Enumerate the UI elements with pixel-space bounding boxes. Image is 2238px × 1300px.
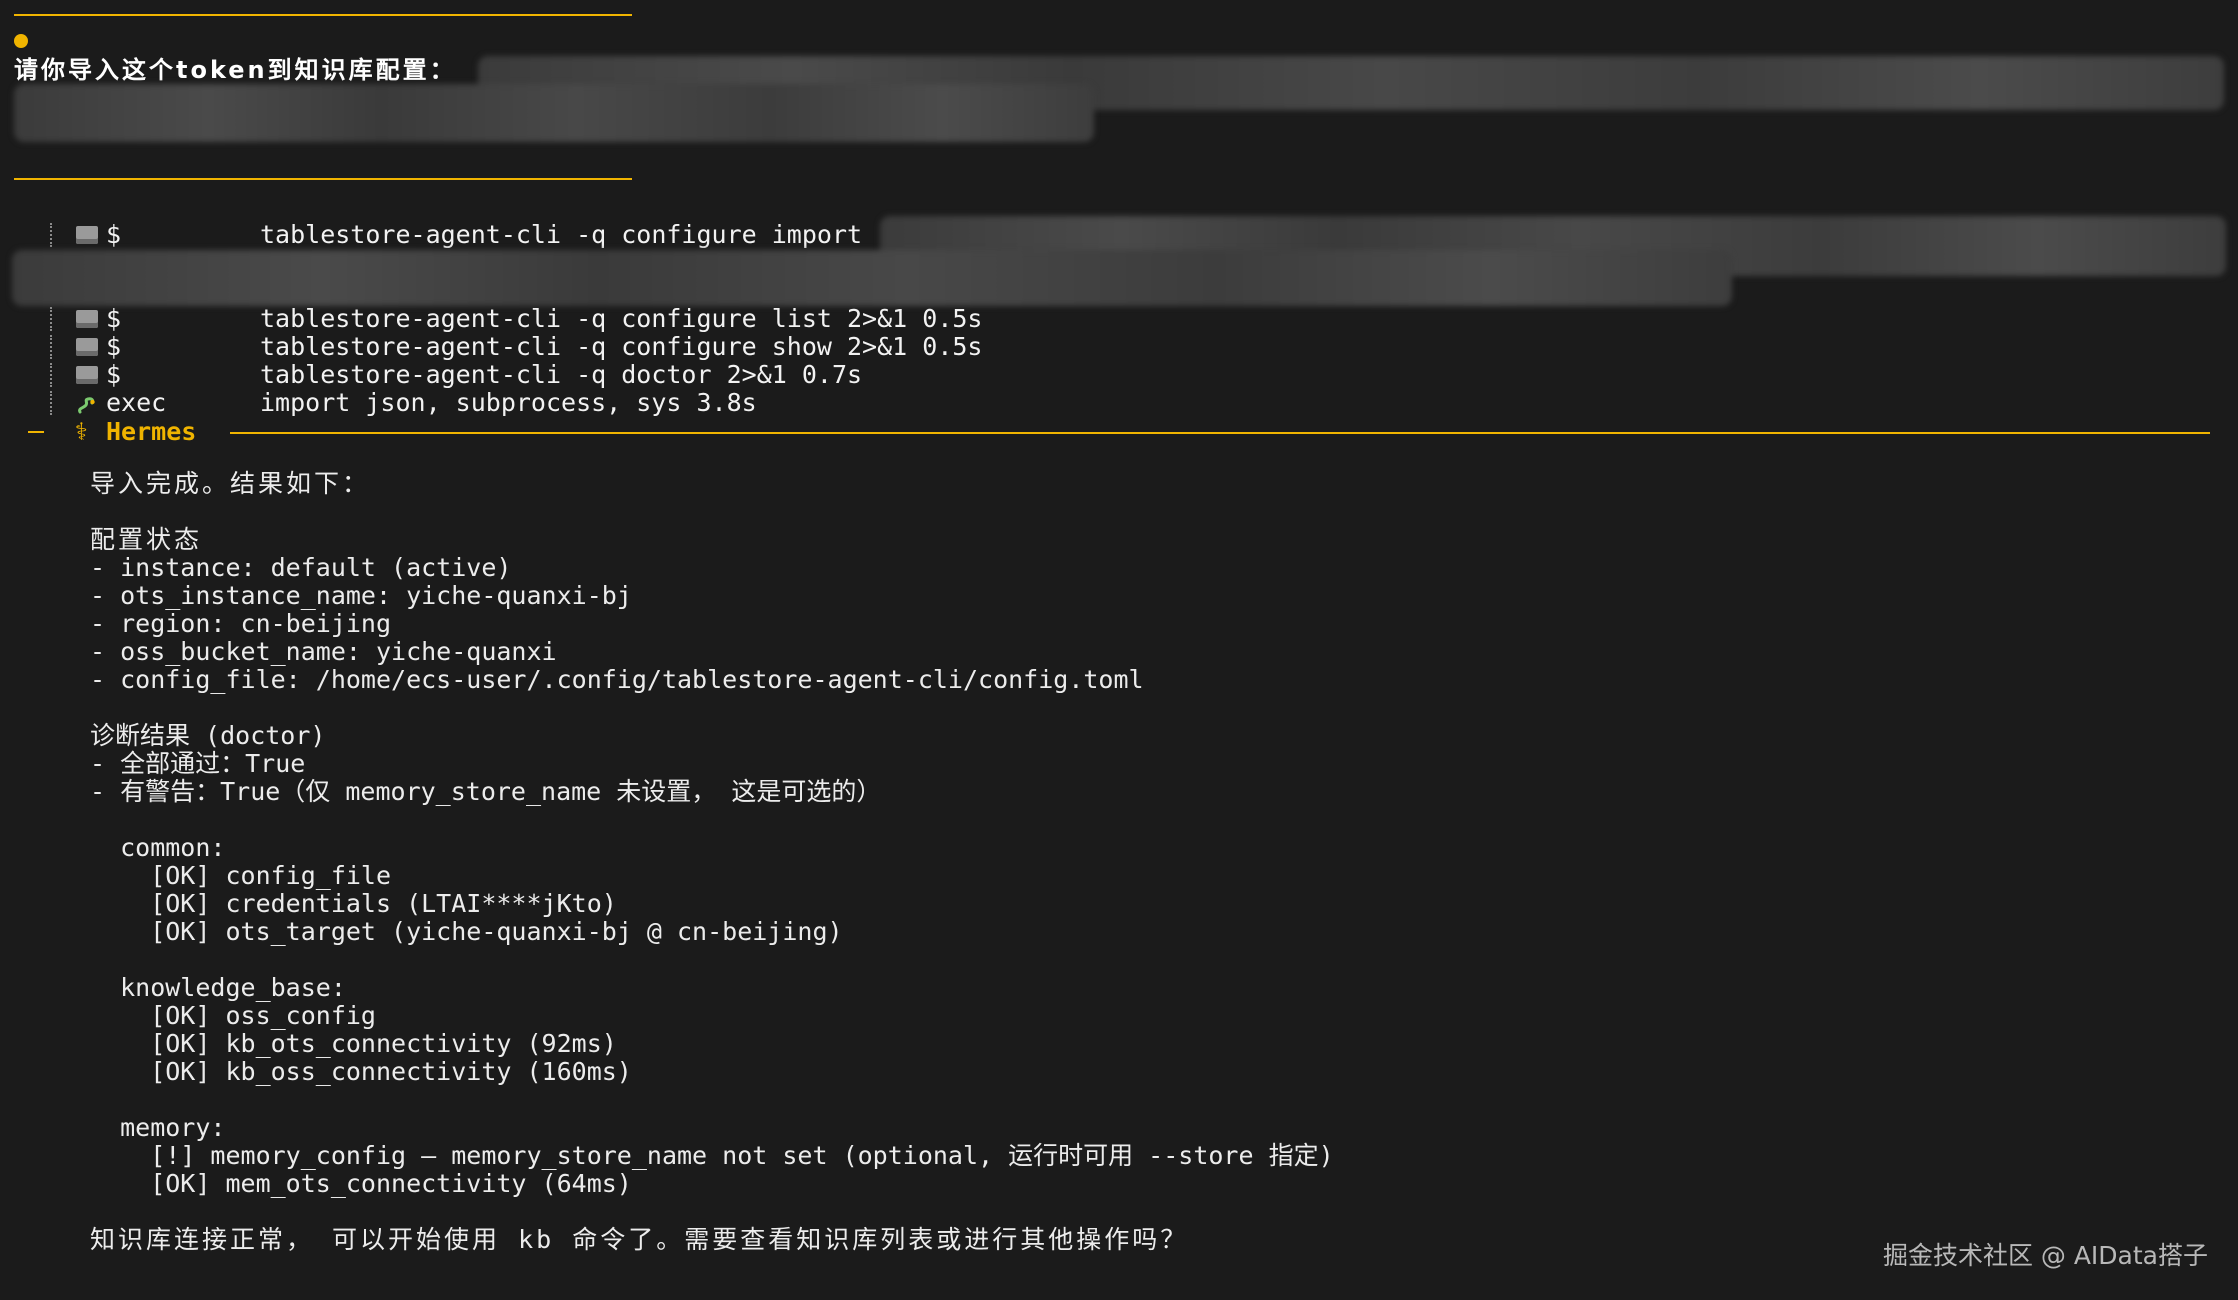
tool-command-wrap: tablestore-agent-cli -q doctor 2>&1 0.7s xyxy=(260,361,862,389)
tool-command-wrap: import json, subprocess, sys 3.8s xyxy=(260,389,757,417)
reply-line: [OK] kb_ots_connectivity (92ms) xyxy=(90,1029,617,1058)
header-dash xyxy=(28,431,44,433)
tool-command: tablestore-agent-cli -q configure import xyxy=(260,220,863,249)
tool-command-wrap: tablestore-agent-cli -q configure show 2… xyxy=(260,333,983,361)
user-message-bullet xyxy=(14,34,28,48)
reply-line: [OK] kb_oss_connectivity (160ms) xyxy=(90,1057,632,1086)
tool-command: import json, subprocess, sys xyxy=(260,388,682,417)
terminal-icon xyxy=(76,310,98,328)
reply-line-blank xyxy=(90,1198,2190,1226)
reply-line: - region: cn-beijing xyxy=(90,609,392,638)
tool-kind: $ xyxy=(106,304,122,333)
tool-kind: exec xyxy=(106,388,167,417)
tool-kind: $ xyxy=(106,220,122,249)
tool-command-wrap: tablestore-agent-cli -q configure list 2… xyxy=(260,305,983,333)
terminal-icon xyxy=(76,366,98,384)
reply-line: [!] memory_config — memory_store_name no… xyxy=(90,1141,1334,1170)
reply-line: - 全部通过：True xyxy=(90,749,306,778)
separator-top xyxy=(14,14,632,16)
reply-line-blank xyxy=(90,498,2190,526)
reply-line: 诊断结果 (doctor) xyxy=(90,721,326,750)
tool-duration: 0.7s xyxy=(801,360,863,389)
reply-line: 导入完成。结果如下： xyxy=(90,469,371,498)
python-snake-icon xyxy=(76,394,98,414)
reply-line-blank xyxy=(90,806,2190,834)
reply-line: knowledge_base: xyxy=(90,973,346,1002)
header-rule xyxy=(230,432,2210,434)
watermark: 掘金技术社区 @ AIData搭子 xyxy=(1882,1241,2208,1270)
tool-duration: 3.8s xyxy=(696,388,757,417)
tool-gutter xyxy=(50,391,52,415)
tool-command: tablestore-agent-cli -q configure list 2… xyxy=(260,304,908,333)
tool-command: tablestore-agent-cli -q configure show 2… xyxy=(260,332,908,361)
reply-line: 知识库连接正常， 可以开始使用 kb 命令了。需要查看知识库列表或进行其他操作吗… xyxy=(90,1225,1189,1254)
user-message-text: 请你导入这个token到知识库配置： xyxy=(14,56,457,84)
tool-gutter xyxy=(50,307,52,331)
terminal-icon xyxy=(76,226,98,244)
assistant-reply: 导入完成。结果如下： 配置状态 - instance: default (act… xyxy=(90,470,2190,1254)
reply-line: memory: xyxy=(90,1113,226,1142)
reply-line-blank xyxy=(90,1086,2190,1114)
reply-line: [OK] mem_ots_connectivity (64ms) xyxy=(90,1169,632,1198)
tool-command: tablestore-agent-cli -q doctor 2>&1 xyxy=(260,360,787,389)
tool-gutter xyxy=(50,223,52,247)
assistant-name: Hermes xyxy=(106,417,197,446)
reply-line: [OK] ots_target (yiche-quanxi-bj @ cn-be… xyxy=(90,917,843,946)
tool-kind: $ xyxy=(106,332,122,361)
reply-line: [OK] credentials (LTAI****jKto) xyxy=(90,889,617,918)
reply-line: common: xyxy=(90,833,226,862)
tool-kind: $ xyxy=(106,360,122,389)
redacted-token-line-2 xyxy=(14,84,1094,142)
reply-line: - ots_instance_name: yiche-quanxi-bj xyxy=(90,581,632,610)
reply-line: [OK] config_file xyxy=(90,861,392,890)
reply-line: - instance: default (active) xyxy=(90,553,512,582)
redacted-command-args-line-2 xyxy=(12,250,1732,306)
reply-line: - oss_bucket_name: yiche-quanxi xyxy=(90,637,557,666)
assistant-header: ⚕ Hermes xyxy=(28,418,2210,448)
caduceus-icon: ⚕ xyxy=(74,418,89,446)
terminal-icon xyxy=(76,338,98,356)
tool-duration: 0.5s xyxy=(922,304,983,333)
separator-bottom xyxy=(14,178,632,180)
reply-line-blank xyxy=(90,946,2190,974)
reply-line: 配置状态 xyxy=(90,525,203,554)
tool-gutter xyxy=(50,363,52,387)
tool-gutter xyxy=(50,335,52,359)
reply-line-blank xyxy=(90,694,2190,722)
reply-line: - config_file: /home/ecs-user/.config/ta… xyxy=(90,665,1144,694)
reply-line: - 有警告：True（仅 memory_store_name 未设置， 这是可选… xyxy=(90,777,882,806)
reply-line: [OK] oss_config xyxy=(90,1001,376,1030)
tool-duration: 0.5s xyxy=(922,332,983,361)
